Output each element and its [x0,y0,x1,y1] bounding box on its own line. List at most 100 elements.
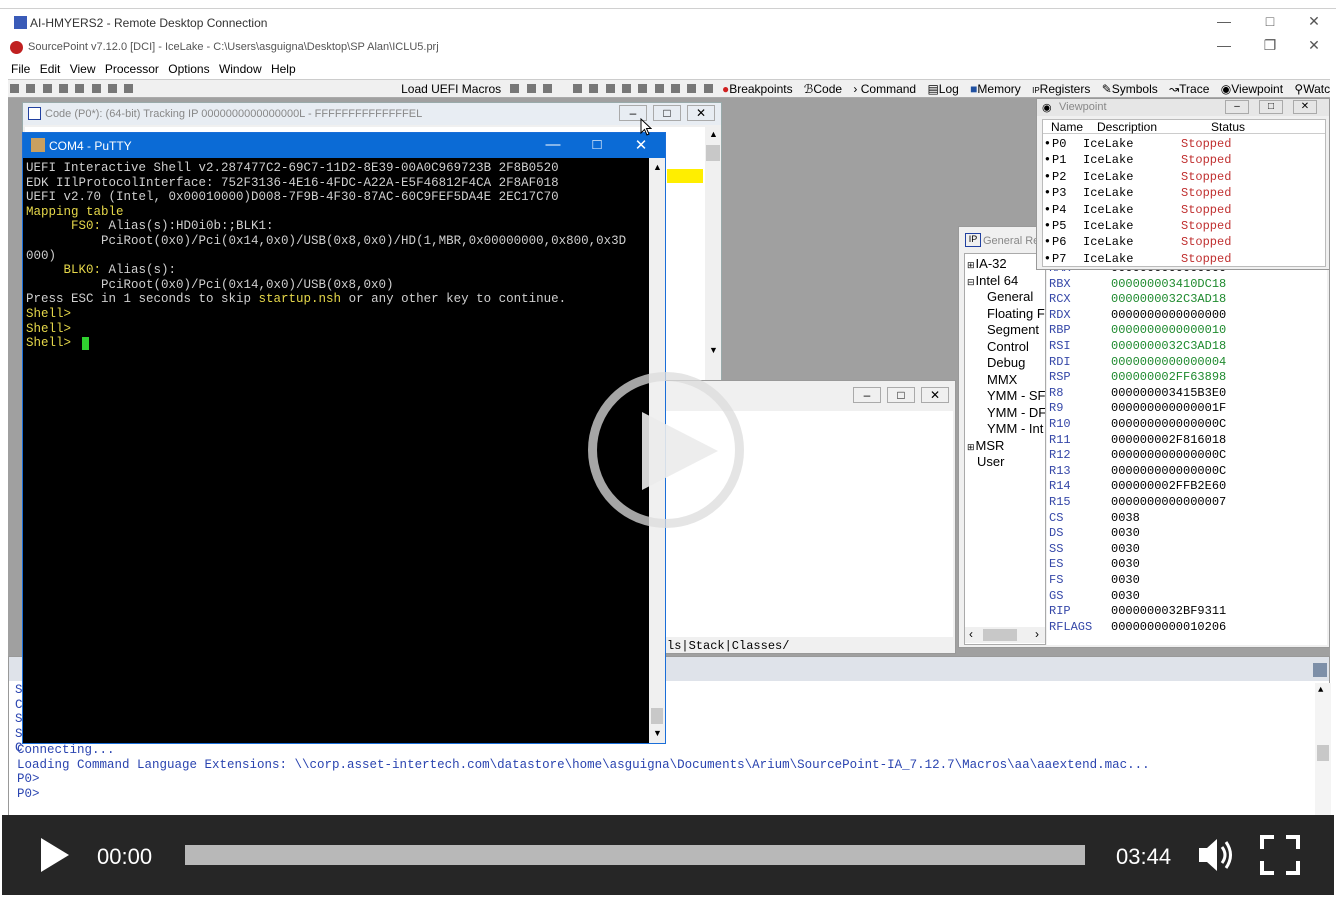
register-value[interactable]: 0030 [1111,542,1140,556]
viewpoint-table[interactable]: Name Description Status ● P0 IceLake Stoppe… [1042,119,1326,267]
volume-icon[interactable] [1196,835,1236,875]
viewpoint-row[interactable]: ● P7 IceLake Stopped [1043,251,1327,267]
register-row[interactable]: RBX 000000003410DC18 [1047,277,1327,292]
register-value[interactable]: 0030 [1111,557,1140,571]
viewpoint-row[interactable]: ● P0 IceLake Stopped [1043,136,1327,152]
rdc-maximize-icon[interactable]: □ [1250,13,1290,29]
viewpoint-row[interactable]: ● P1 IceLake Stopped [1043,152,1327,168]
register-row[interactable]: FS 0030 [1047,573,1327,588]
register-value[interactable]: 000000002FFB2E60 [1111,479,1226,493]
register-value[interactable]: 0000000000000007 [1111,495,1226,509]
register-row[interactable]: GS 0030 [1047,589,1327,604]
app-restore-icon[interactable]: ❐ [1250,37,1290,54]
putty-titlebar[interactable]: COM4 - PuTTY — □ ✕ [23,133,665,158]
code-scrollbar[interactable]: ▲ ▼ [705,127,721,357]
menu-file[interactable]: File [8,60,33,76]
expand-icon[interactable]: ⊞ [967,442,975,452]
register-row[interactable]: RIP 0000000032BF9311 [1047,604,1327,619]
register-row[interactable]: R15 0000000000000007 [1047,495,1327,510]
register-value[interactable]: 000000000000000C [1111,448,1226,462]
register-group-node[interactable]: YMM - DF [987,405,1045,420]
mem-icon[interactable] [654,84,664,93]
mid-close-icon[interactable]: ✕ [921,387,949,403]
viewpoint-row[interactable]: ● P5 IceLake Stopped [1043,218,1327,234]
viewpoint-row[interactable]: ● P2 IceLake Stopped [1043,169,1327,185]
col-status[interactable]: Status [1211,120,1245,134]
tree-scroll-right-icon[interactable]: › [1035,627,1039,641]
register-group-node[interactable]: Floating F [987,306,1045,321]
progress-bar[interactable] [185,845,1085,865]
putty-scroll-thumb[interactable] [651,708,663,724]
ctx-icon[interactable] [687,84,697,93]
register-value[interactable]: 0000000000000010 [1111,323,1226,337]
menu-window[interactable]: Window [216,60,265,76]
code-button[interactable]: ℬCode [800,80,846,96]
putty-scroll-down-icon[interactable]: ▼ [653,728,662,738]
register-group-node[interactable]: ⊞IA-32 [967,256,1007,271]
command-button[interactable]: › Command [849,80,920,96]
register-group-node[interactable]: MMX [987,372,1017,387]
menu-help[interactable]: Help [268,60,299,76]
register-value[interactable]: 0000000032C3AD18 [1111,292,1226,306]
register-value[interactable]: 0030 [1111,589,1140,603]
registers-button[interactable]: IPRegisters [1028,80,1094,96]
register-value[interactable]: 0030 [1111,526,1140,540]
register-row[interactable]: R11 000000002F816018 [1047,433,1327,448]
cmd-scroll-thumb[interactable] [1317,745,1329,761]
mid-minimize-icon[interactable]: – [853,387,881,403]
register-groups-tree[interactable]: ⊞IA-32 ⊟Intel 64 General Floating F Segment C… [964,253,1046,645]
register-row[interactable]: RSI 0000000032C3AD18 [1047,339,1327,354]
code-window-titlebar[interactable]: Code (P0*): (64-bit) Tracking IP 0000000… [23,103,721,125]
register-row[interactable]: R14 000000002FFB2E60 [1047,479,1327,494]
col-description[interactable]: Description [1097,120,1157,134]
register-row[interactable]: RCX 0000000032C3AD18 [1047,292,1327,307]
register-value[interactable]: 000000000000000C [1111,464,1226,478]
register-row[interactable]: R12 000000000000000C [1047,448,1327,463]
macro-a-icon[interactable] [510,84,520,93]
register-row[interactable]: RBP 0000000000000010 [1047,323,1327,338]
viewpoint-row[interactable]: ● P4 IceLake Stopped [1043,202,1327,218]
register-row[interactable]: CS 0038 [1047,511,1327,526]
putty-close-icon[interactable]: ✕ [619,136,663,154]
rdc-close-icon[interactable]: ✕ [1294,13,1334,30]
app-minimize-icon[interactable]: — [1204,37,1244,53]
step-over-icon[interactable] [621,84,631,93]
putty-maximize-icon[interactable]: □ [575,136,619,153]
step-into-icon[interactable] [605,84,615,93]
expand-icon[interactable]: ⊞ [967,260,975,270]
register-value[interactable]: 000000003410DC18 [1111,277,1226,291]
play-overlay-icon[interactable] [640,410,720,492]
halt-icon[interactable] [589,84,599,93]
register-group-node[interactable]: General [987,289,1033,304]
col-name[interactable]: Name [1051,120,1083,134]
register-group-node[interactable]: YMM - Int [987,421,1043,436]
save-icon[interactable] [42,84,52,93]
reset-icon[interactable] [108,84,118,93]
register-row[interactable]: ES 0030 [1047,557,1327,572]
register-row[interactable]: RSP 000000002FF63898 [1047,370,1327,385]
putty-minimize-icon[interactable]: — [531,136,575,153]
vp-maximize-icon[interactable]: □ [1259,100,1283,114]
register-row[interactable]: R8 000000003415B3E0 [1047,386,1327,401]
register-table[interactable]: RAX0000000000000000RBX000000003410DC18RC… [1047,261,1327,645]
register-row[interactable]: R13 000000000000000C [1047,464,1327,479]
macro-c-icon[interactable] [543,84,553,93]
app-close-icon[interactable]: ✕ [1294,37,1334,54]
project-icon[interactable] [75,84,85,93]
macro-b-icon[interactable] [526,84,536,93]
tree-hscroll[interactable]: ‹ › [965,627,1045,643]
menu-view[interactable]: View [67,60,99,76]
register-group-node[interactable]: ⊞MSR [967,438,1004,453]
breakpoints-button[interactable]: ●Breakpoints [718,80,797,96]
trace-button[interactable]: ↝Trace [1165,80,1213,96]
register-value[interactable]: 0000000032BF9311 [1111,604,1226,618]
view-icon[interactable] [703,84,713,93]
register-value[interactable]: 0000000000000004 [1111,355,1226,369]
register-value[interactable]: 000000000000000C [1111,417,1226,431]
macro-icon[interactable] [91,84,101,93]
settings-icon[interactable] [124,84,134,93]
menu-edit[interactable]: Edit [37,60,64,76]
menu-processor[interactable]: Processor [102,60,162,76]
play-icon[interactable] [40,837,70,873]
register-value[interactable]: 000000002FF63898 [1111,370,1226,384]
